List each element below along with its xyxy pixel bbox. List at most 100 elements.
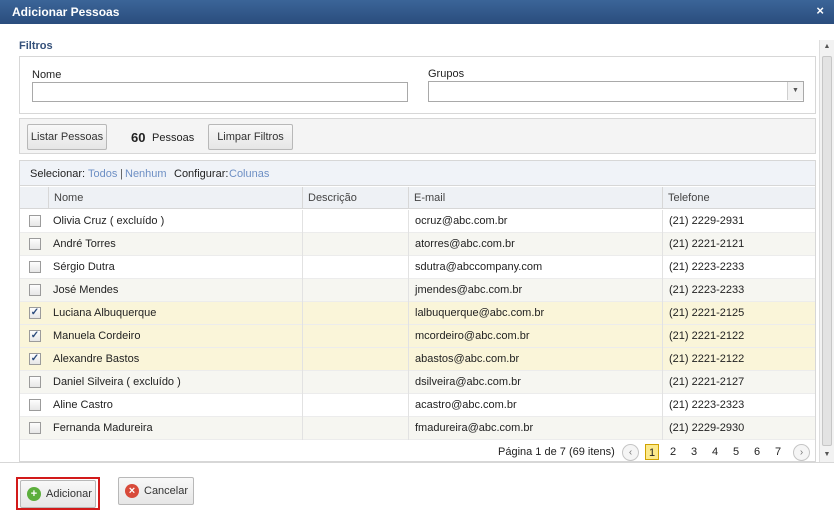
chevron-down-icon[interactable]: ▼ bbox=[787, 82, 803, 100]
cell-phone: (21) 2229-2930 bbox=[662, 417, 744, 440]
cell-description bbox=[302, 302, 309, 325]
cell-phone: (21) 2221-2122 bbox=[662, 325, 744, 348]
table-row[interactable]: José Mendes jmendes@abc.com.br (21) 2223-2… bbox=[20, 279, 815, 302]
selection-bar: Selecionar: Todos | Nenhum Configurar: C… bbox=[20, 161, 815, 186]
cell-email: atorres@abc.com.br bbox=[408, 233, 515, 256]
cell-phone: (21) 2223-2233 bbox=[662, 279, 744, 302]
people-count-label: Pessoas bbox=[152, 132, 195, 144]
table-row[interactable]: Fernanda Madureira fmadureira@abc.com.br (… bbox=[20, 417, 815, 440]
table-row[interactable]: ✓ Alexandre Bastos abastos@abc.com.br (21) … bbox=[20, 348, 815, 371]
cell-phone: (21) 2221-2125 bbox=[662, 302, 744, 325]
table-row[interactable]: André Torres atorres@abc.com.br (21) 2221-… bbox=[20, 233, 815, 256]
dialog-title: Adicionar Pessoas bbox=[12, 5, 120, 19]
cell-name: Fernanda Madureira bbox=[53, 422, 153, 434]
table-row[interactable]: Daniel Silveira ( excluído ) dsilveira@ab… bbox=[20, 371, 815, 394]
configure-label: Configurar: bbox=[174, 168, 229, 180]
page-link-1[interactable]: 1 bbox=[645, 444, 659, 460]
row-checkbox[interactable] bbox=[29, 261, 41, 273]
cell-description bbox=[302, 348, 309, 371]
cell-name: Olivia Cruz ( excluído ) bbox=[53, 215, 165, 227]
cell-email: abastos@abc.com.br bbox=[408, 348, 519, 371]
add-button[interactable]: + Adicionar bbox=[20, 480, 96, 508]
pagination: Página 1 de 7 (69 itens) ‹ 1 2 3 4 5 6 7… bbox=[20, 441, 815, 461]
cell-phone: (21) 2221-2121 bbox=[662, 233, 744, 256]
prev-page-icon[interactable]: ‹ bbox=[622, 444, 639, 461]
add-button-label: Adicionar bbox=[46, 488, 92, 500]
table-row[interactable]: ✓ Manuela Cordeiro mcordeiro@abc.com.br (21… bbox=[20, 325, 815, 348]
cell-description bbox=[302, 394, 309, 417]
column-header-phone[interactable]: Telefone bbox=[662, 187, 815, 209]
cell-email: mcordeiro@abc.com.br bbox=[408, 325, 529, 348]
cell-phone: (21) 2223-2323 bbox=[662, 394, 744, 417]
cell-email: lalbuquerque@abc.com.br bbox=[408, 302, 544, 325]
cell-phone: (21) 2229-2931 bbox=[662, 210, 744, 233]
page-link-7[interactable]: 7 bbox=[771, 444, 785, 460]
name-filter-input[interactable] bbox=[32, 82, 408, 102]
row-checkbox[interactable]: ✓ bbox=[29, 307, 41, 319]
cancel-button-label: Cancelar bbox=[144, 485, 189, 497]
select-all-link[interactable]: Todos bbox=[88, 168, 117, 180]
table-row[interactable]: Aline Castro acastro@abc.com.br (21) 2223-… bbox=[20, 394, 815, 417]
name-filter-label: Nome bbox=[32, 69, 62, 81]
cell-description bbox=[302, 256, 309, 279]
table-row[interactable]: Sérgio Dutra sdutra@abccompany.com (21) 22… bbox=[20, 256, 815, 279]
dialog-titlebar: Adicionar Pessoas × bbox=[0, 0, 834, 24]
cancel-button[interactable]: × Cancelar bbox=[118, 477, 194, 505]
row-checkbox[interactable] bbox=[29, 376, 41, 388]
people-count: 60 bbox=[131, 130, 146, 145]
list-people-button[interactable]: Listar Pessoas bbox=[27, 124, 107, 150]
cell-description bbox=[302, 371, 309, 394]
list-toolbar: Listar Pessoas 60 Pessoas Limpar Filtros bbox=[19, 118, 816, 154]
row-checkbox[interactable] bbox=[29, 399, 41, 411]
cell-description bbox=[302, 279, 309, 302]
page-link-5[interactable]: 5 bbox=[729, 444, 743, 460]
row-checkbox[interactable]: ✓ bbox=[29, 330, 41, 342]
filters-section-label: Filtros bbox=[19, 40, 53, 52]
cell-description bbox=[302, 417, 309, 440]
cell-email: ocruz@abc.com.br bbox=[408, 210, 507, 233]
row-checkbox[interactable] bbox=[29, 422, 41, 434]
cell-phone: (21) 2221-2122 bbox=[662, 348, 744, 371]
next-page-icon[interactable]: › bbox=[793, 444, 810, 461]
page-link-3[interactable]: 3 bbox=[687, 444, 701, 460]
cell-description bbox=[302, 233, 309, 256]
cell-email: acastro@abc.com.br bbox=[408, 394, 517, 417]
page-link-6[interactable]: 6 bbox=[750, 444, 764, 460]
page-link-2[interactable]: 2 bbox=[666, 444, 680, 460]
filters-panel: Nome Grupos ▼ bbox=[19, 56, 816, 114]
row-checkbox[interactable] bbox=[29, 238, 41, 250]
row-checkbox[interactable]: ✓ bbox=[29, 353, 41, 365]
select-label: Selecionar: bbox=[30, 168, 86, 180]
column-header-name[interactable]: Nome bbox=[48, 187, 302, 209]
scroll-down-icon[interactable]: ▼ bbox=[820, 448, 834, 462]
select-separator: | bbox=[120, 168, 123, 180]
column-header-email[interactable]: E-mail bbox=[408, 187, 662, 209]
cell-email: jmendes@abc.com.br bbox=[408, 279, 522, 302]
cell-email: dsilveira@abc.com.br bbox=[408, 371, 521, 394]
column-header-description[interactable]: Descrição bbox=[302, 187, 408, 209]
dialog-footer: + Adicionar × Cancelar bbox=[0, 462, 834, 516]
scroll-up-icon[interactable]: ▲ bbox=[820, 40, 834, 54]
cancel-icon: × bbox=[125, 484, 139, 498]
close-icon[interactable]: × bbox=[816, 3, 824, 18]
groups-filter-label: Grupos bbox=[428, 68, 465, 80]
people-grid: Selecionar: Todos | Nenhum Configurar: C… bbox=[19, 160, 816, 462]
configure-columns-link[interactable]: Colunas bbox=[229, 168, 269, 180]
row-checkbox[interactable] bbox=[29, 215, 41, 227]
grid-header: Nome Descrição E-mail Telefone bbox=[20, 187, 815, 209]
row-checkbox[interactable] bbox=[29, 284, 41, 296]
cell-name: José Mendes bbox=[53, 284, 119, 296]
cell-phone: (21) 2223-2233 bbox=[662, 256, 744, 279]
table-row[interactable]: ✓ Luciana Albuquerque lalbuquerque@abc.com… bbox=[20, 302, 815, 325]
clear-filters-button[interactable]: Limpar Filtros bbox=[208, 124, 293, 150]
groups-select[interactable]: ▼ bbox=[428, 81, 804, 102]
page-link-4[interactable]: 4 bbox=[708, 444, 722, 460]
scroll-thumb[interactable] bbox=[822, 56, 832, 446]
cell-name: Aline Castro bbox=[53, 399, 113, 411]
select-none-link[interactable]: Nenhum bbox=[125, 168, 167, 180]
table-row[interactable]: Olivia Cruz ( excluído ) ocruz@abc.com.br… bbox=[20, 210, 815, 233]
cell-name: Alexandre Bastos bbox=[53, 353, 140, 365]
add-icon: + bbox=[27, 487, 41, 501]
vertical-scrollbar[interactable]: ▲ ▼ bbox=[819, 40, 834, 462]
cell-phone: (21) 2221-2127 bbox=[662, 371, 744, 394]
